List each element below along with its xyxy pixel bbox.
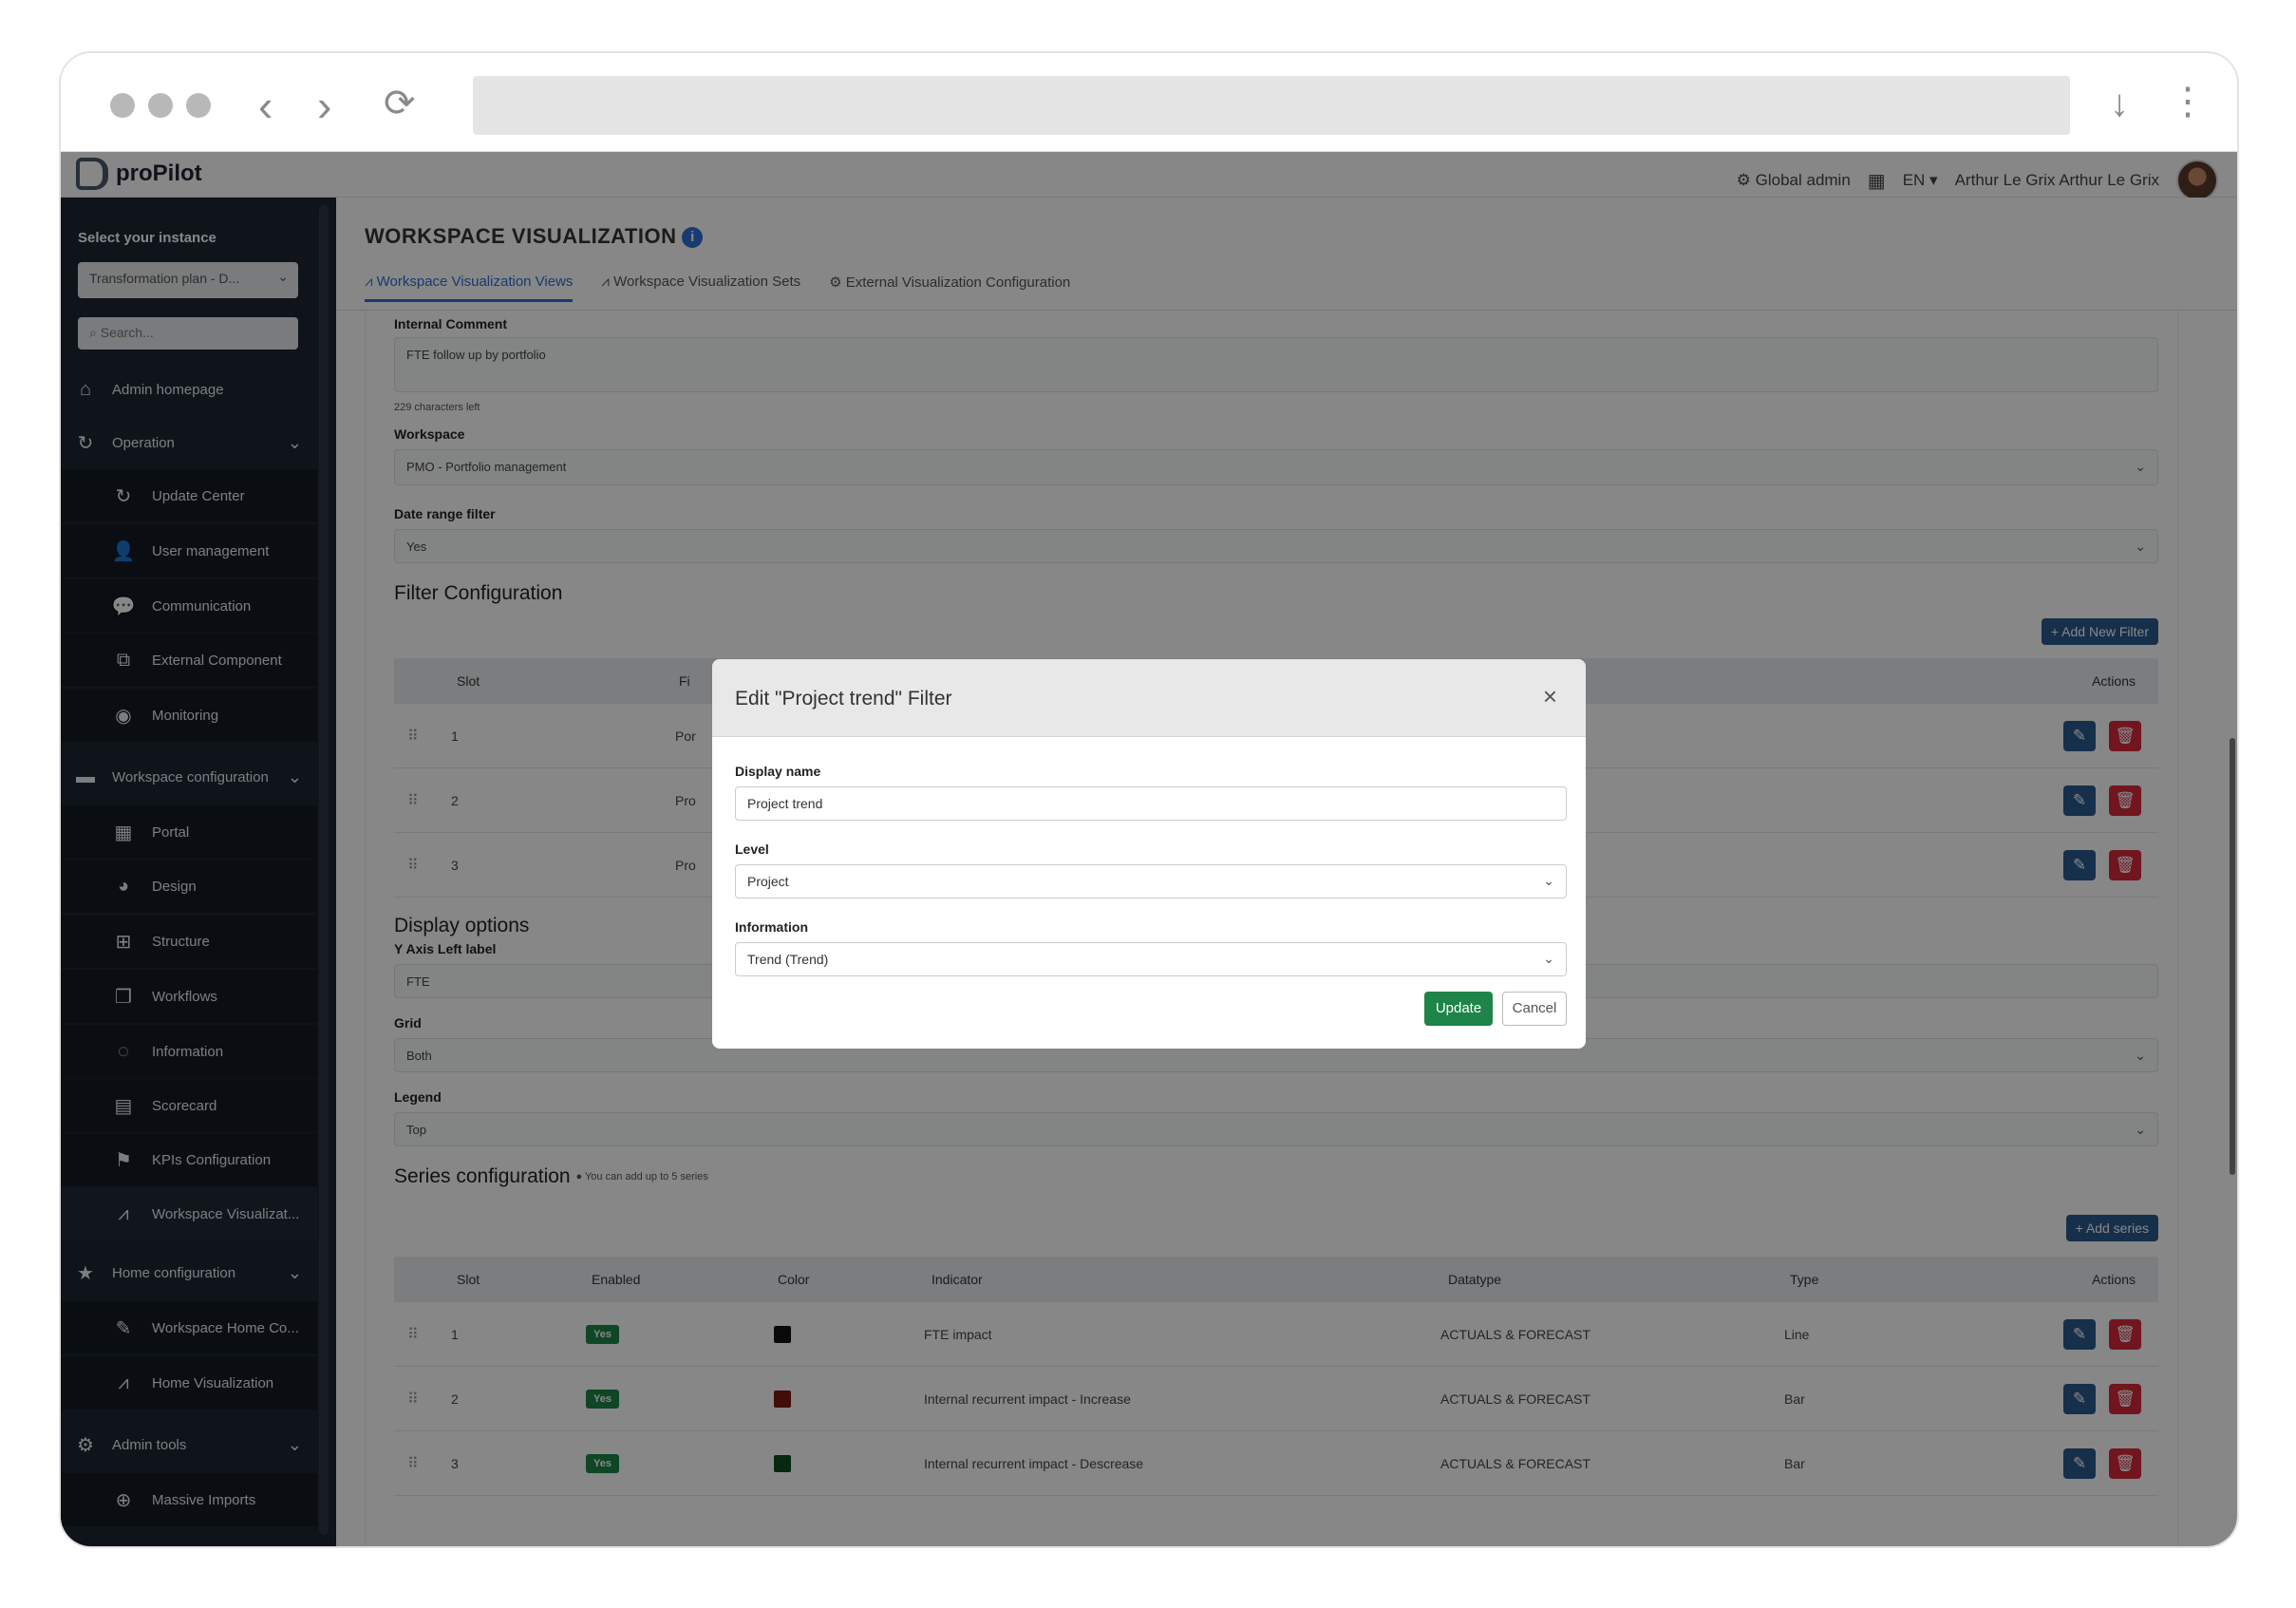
close-icon[interactable]: ×: [1543, 682, 1557, 711]
level-label: Level: [735, 842, 769, 857]
window-dot[interactable]: [186, 93, 211, 118]
level-value: Project: [747, 874, 789, 889]
level-select[interactable]: Project ⌄: [735, 864, 1567, 899]
more-menu-icon[interactable]: ⋮: [2169, 76, 2207, 127]
back-icon[interactable]: ‹: [258, 80, 273, 131]
edit-filter-modal: Edit "Project trend" Filter × Display na…: [712, 659, 1586, 1049]
information-label: Information: [735, 919, 808, 935]
modal-header: Edit "Project trend" Filter ×: [712, 659, 1586, 737]
display-name-input[interactable]: Project trend: [735, 786, 1567, 821]
browser-window: ‹ › ⟳ ↓ ⋮ proPilot ⚙ Global admin ▦ EN ▾…: [59, 51, 2239, 1548]
update-button[interactable]: Update: [1424, 992, 1493, 1026]
information-value: Trend (Trend): [747, 952, 829, 967]
window-dot[interactable]: [110, 93, 135, 118]
display-name-label: Display name: [735, 764, 821, 779]
app: proPilot ⚙ Global admin ▦ EN ▾ Arthur Le…: [61, 152, 2237, 1546]
download-icon[interactable]: ↓: [2110, 78, 2129, 129]
cancel-button[interactable]: Cancel: [1502, 992, 1567, 1026]
forward-icon[interactable]: ›: [317, 80, 331, 131]
window-dot[interactable]: [148, 93, 173, 118]
information-select[interactable]: Trend (Trend) ⌄: [735, 942, 1567, 976]
modal-title: Edit "Project trend" Filter: [735, 688, 952, 709]
chevron-down-icon: ⌄: [1543, 873, 1554, 888]
address-bar[interactable]: [473, 76, 2070, 135]
reload-icon[interactable]: ⟳: [384, 78, 416, 129]
browser-chrome: ‹ › ⟳ ↓ ⋮: [61, 53, 2237, 152]
chevron-down-icon: ⌄: [1543, 951, 1554, 966]
